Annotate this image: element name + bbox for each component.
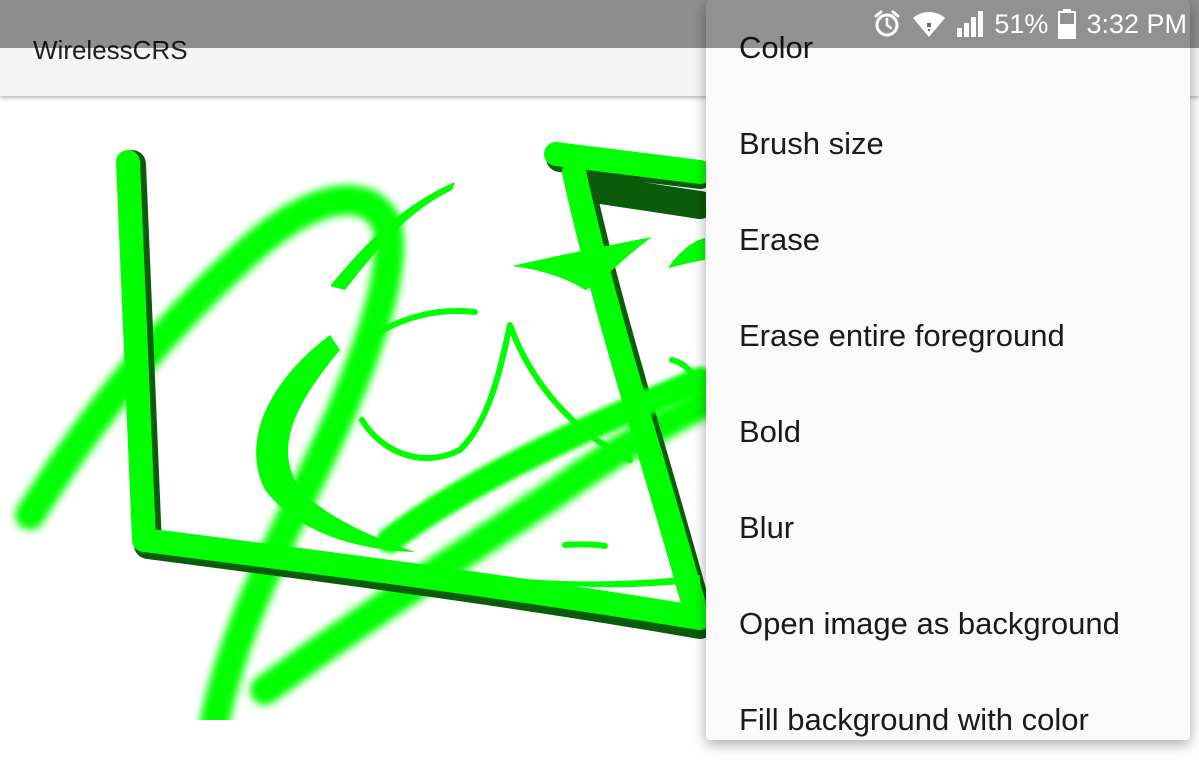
menu-item-brush-size[interactable]: Brush size [706, 96, 1190, 192]
status-time: 3:32 PM [1086, 8, 1187, 39]
menu-item-erase-entire-foreground[interactable]: Erase entire foreground [706, 288, 1190, 384]
menu-item-label: Blur [739, 510, 795, 545]
cell-signal-icon [956, 10, 984, 38]
status-bar: 51% 3:32 PM [0, 0, 1199, 48]
overflow-menu: Color Brush size Erase Erase entire fore… [706, 0, 1190, 740]
bold-curve [668, 238, 705, 268]
battery-icon [1058, 9, 1077, 39]
menu-item-fill-background[interactable]: Fill background with color [706, 672, 1190, 768]
menu-item-label: Erase entire foreground [739, 318, 1065, 353]
battery-percent: 51% [994, 8, 1049, 39]
wifi-icon [912, 10, 946, 38]
alarm-icon [872, 9, 902, 39]
status-icons: 51% 3:32 PM [872, 0, 1187, 48]
box-stroke [116, 150, 712, 630]
menu-item-bold[interactable]: Bold [706, 384, 1190, 480]
thin-stroke [562, 541, 608, 549]
menu-item-open-image-background[interactable]: Open image as background [706, 576, 1190, 672]
menu-item-label: Brush size [739, 126, 884, 161]
menu-item-label: Erase [739, 222, 820, 257]
menu-item-label: Bold [739, 414, 802, 449]
menu-item-label: Fill background with color [739, 702, 1089, 737]
menu-item-label: Open image as background [739, 606, 1120, 641]
menu-item-blur[interactable]: Blur [706, 480, 1190, 576]
menu-item-erase[interactable]: Erase [706, 192, 1190, 288]
